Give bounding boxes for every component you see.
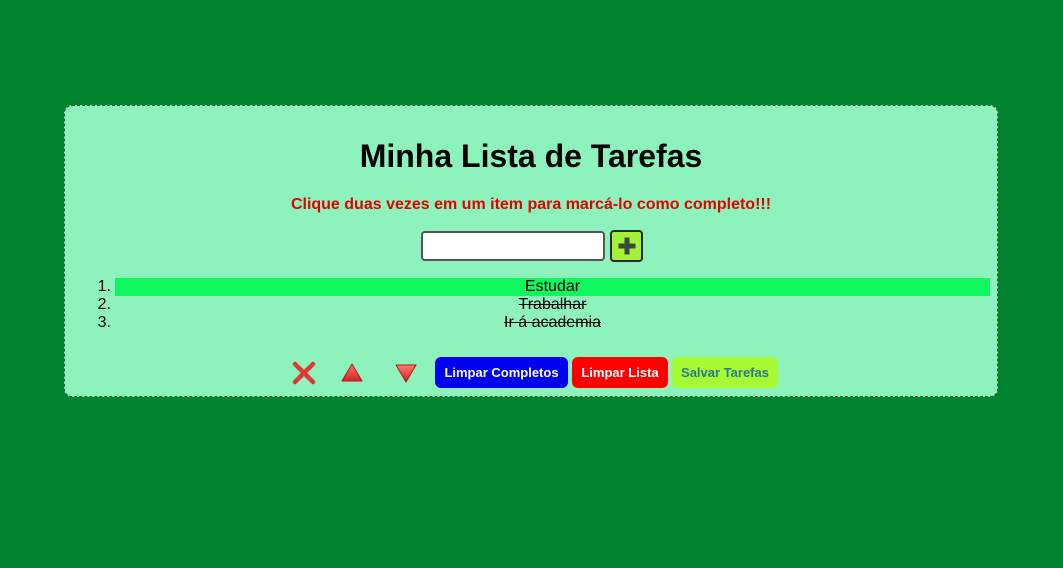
todo-card: Minha Lista de Tarefas Clique duas vezes…	[64, 105, 998, 397]
page-title: Minha Lista de Tarefas	[359, 138, 703, 174]
task-number: 3.	[97, 314, 111, 331]
task-item[interactable]: 2. Trabalhar	[98, 296, 990, 314]
task-item[interactable]: 1. Estudar	[98, 278, 990, 296]
task-number: 2.	[97, 296, 111, 313]
task-text: Trabalhar	[518, 296, 587, 313]
remove-selected-button[interactable]	[288, 357, 320, 389]
red-triangle-down-icon	[395, 364, 417, 383]
task-text: Estudar	[524, 278, 581, 295]
instruction-text: Clique duas vezes em um item para marcá-…	[290, 196, 772, 213]
move-up-button[interactable]	[336, 357, 368, 389]
task-text: Ir á academia	[504, 314, 601, 331]
clear-completed-button[interactable]: Limpar Completos	[435, 357, 568, 388]
task-number: 1.	[97, 278, 111, 295]
red-x-icon	[292, 361, 316, 385]
clear-list-button[interactable]: Limpar Lista	[572, 357, 668, 388]
add-task-button[interactable]	[610, 230, 643, 262]
task-list: 1. Estudar 2. Trabalhar 3. Ir á academia	[98, 278, 990, 332]
red-triangle-up-icon	[341, 363, 363, 382]
plus-icon	[618, 237, 635, 255]
task-input[interactable]	[421, 231, 605, 261]
save-tasks-button[interactable]: Salvar Tarefas	[672, 357, 778, 388]
task-item[interactable]: 3. Ir á academia	[98, 314, 990, 332]
move-down-button[interactable]	[390, 357, 422, 389]
